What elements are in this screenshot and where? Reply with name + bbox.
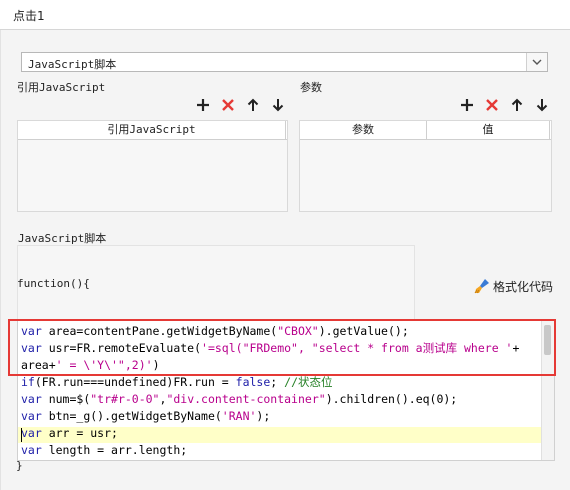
code-token: (FR.run===undefined)FR.run =: [34, 375, 236, 389]
params-table-header: 参数 值: [300, 121, 551, 140]
move-up-icon[interactable]: [246, 98, 260, 112]
ref-js-section-label: 引用JavaScript: [17, 81, 106, 94]
dropdown-arrow-button[interactable]: [526, 53, 547, 71]
code-token: "div.content-container": [166, 392, 326, 406]
code-token: //状态位: [284, 375, 333, 389]
params-section-label: 参数: [300, 81, 322, 94]
function-closing-brace: }: [16, 459, 23, 472]
script-type-select[interactable]: JavaScript脚本: [21, 52, 548, 72]
add-icon[interactable]: [196, 98, 210, 112]
code-token: arr = usr;: [48, 426, 118, 440]
params-table[interactable]: 参数 值: [299, 120, 552, 212]
param-name-column-header[interactable]: 参数: [300, 121, 427, 139]
add-param-icon[interactable]: [460, 98, 474, 112]
code-token: var: [21, 443, 49, 457]
code-token: "tr#r-0-0": [90, 392, 160, 406]
code-token: btn=_g().getWidgetByName(: [48, 409, 222, 423]
code-token: var: [21, 426, 49, 440]
brush-icon: [474, 279, 489, 294]
ref-js-table[interactable]: 引用JavaScript: [17, 120, 288, 212]
window-titlebar: 点击1: [0, 0, 570, 30]
delete-param-icon[interactable]: [485, 98, 499, 112]
code-line: var arr = usr;: [21, 425, 118, 441]
code-token: length = arr.length;: [48, 443, 188, 457]
code-line: var num=$("tr#r-0-0","div.content-contai…: [21, 391, 457, 407]
delete-icon[interactable]: [221, 98, 235, 112]
annotation-highlight-box: [8, 319, 556, 376]
code-token: ;: [270, 375, 285, 389]
code-line: if(FR.run===undefined)FR.run = false; //…: [21, 374, 333, 390]
param-value-column-header[interactable]: 值: [427, 121, 550, 139]
format-code-label: 格式化代码: [493, 280, 554, 294]
code-token: num=$(: [48, 392, 91, 406]
code-token: var: [21, 392, 49, 406]
move-param-up-icon[interactable]: [510, 98, 524, 112]
code-token: 'RAN': [221, 409, 257, 423]
window-title: 点击1: [13, 9, 45, 23]
code-line: var length = arr.length;: [21, 442, 187, 458]
ref-js-table-header: 引用JavaScript: [18, 121, 287, 140]
chevron-down-icon: [532, 59, 542, 65]
code-token: ).children().eq(0);: [325, 392, 458, 406]
move-param-down-icon[interactable]: [535, 98, 549, 112]
code-token: );: [256, 409, 271, 423]
code-token: if: [21, 375, 35, 389]
ref-js-column-header[interactable]: 引用JavaScript: [18, 121, 286, 139]
code-token: false: [235, 375, 271, 389]
move-down-icon[interactable]: [271, 98, 285, 112]
function-header: function(){: [17, 277, 90, 290]
text-caret: [21, 428, 22, 442]
script-section-label: JavaScript脚本: [18, 232, 107, 245]
script-type-value: JavaScript脚本: [28, 58, 117, 71]
code-token: var: [21, 409, 49, 423]
code-line: var btn=_g().getWidgetByName('RAN');: [21, 408, 270, 424]
